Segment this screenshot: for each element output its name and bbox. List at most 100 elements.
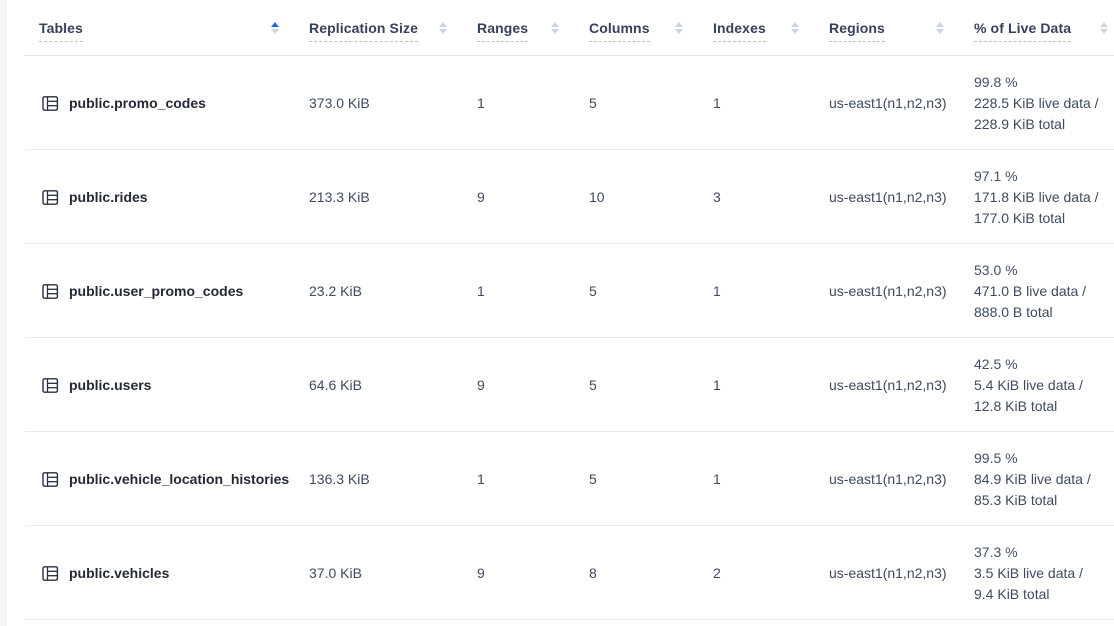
- columns-cell: 5: [589, 377, 713, 393]
- sort-icon: [936, 22, 944, 34]
- live-data-cell: 97.1 % 171.8 KiB live data / 177.0 KiB t…: [974, 166, 1114, 229]
- replication-size-cell: 37.0 KiB: [309, 565, 477, 581]
- table-row: public.vehicle_location_histories 136.3 …: [6, 432, 1114, 526]
- live-data-percent: 53.0 %: [974, 260, 1108, 281]
- sort-down-icon: [936, 29, 944, 34]
- sort-down-icon: [271, 29, 279, 34]
- sort-down-icon: [1100, 29, 1108, 34]
- columns-cell: 8: [589, 565, 713, 581]
- table-name-link[interactable]: public.users: [69, 377, 151, 393]
- columns-cell: 5: [589, 283, 713, 299]
- sort-down-icon: [439, 29, 447, 34]
- live-data-percent: 97.1 %: [974, 166, 1108, 187]
- table-icon: [42, 377, 59, 394]
- column-header-regions[interactable]: Regions: [829, 0, 974, 56]
- total-data-amount: 177.0 KiB total: [974, 208, 1108, 229]
- replication-size-cell: 64.6 KiB: [309, 377, 477, 393]
- table-icon: [42, 471, 59, 488]
- live-data-amount: 3.5 KiB live data /: [974, 563, 1108, 584]
- ranges-cell: 9: [477, 377, 589, 393]
- column-header-label: % of Live Data: [974, 20, 1071, 42]
- indexes-cell: 1: [713, 95, 829, 111]
- regions-cell: us-east1(n1,n2,n3): [829, 189, 974, 205]
- regions-cell: us-east1(n1,n2,n3): [829, 377, 974, 393]
- column-header-tables[interactable]: Tables: [6, 0, 309, 56]
- columns-cell: 5: [589, 95, 713, 111]
- sort-down-icon: [791, 29, 799, 34]
- column-header-live-data[interactable]: % of Live Data: [974, 0, 1114, 56]
- indexes-cell: 1: [713, 471, 829, 487]
- regions-cell: us-east1(n1,n2,n3): [829, 471, 974, 487]
- regions-cell: us-east1(n1,n2,n3): [829, 95, 974, 111]
- ranges-cell: 1: [477, 471, 589, 487]
- table-name-cell: public.vehicles: [6, 565, 309, 582]
- table-row: public.promo_codes 373.0 KiB 1 5 1 us-ea…: [6, 56, 1114, 150]
- table-row: public.vehicles 37.0 KiB 9 8 2 us-east1(…: [6, 526, 1114, 620]
- column-header-label: Replication Size: [309, 20, 418, 42]
- total-data-amount: 888.0 B total: [974, 302, 1108, 323]
- replication-size-cell: 136.3 KiB: [309, 471, 477, 487]
- columns-cell: 10: [589, 189, 713, 205]
- live-data-percent: 42.5 %: [974, 354, 1108, 375]
- total-data-amount: 228.9 KiB total: [974, 114, 1108, 135]
- table-icon: [42, 189, 59, 206]
- column-header-replication-size[interactable]: Replication Size: [309, 0, 477, 56]
- live-data-cell: 37.3 % 3.5 KiB live data / 9.4 KiB total: [974, 542, 1114, 605]
- regions-cell: us-east1(n1,n2,n3): [829, 283, 974, 299]
- live-data-amount: 84.9 KiB live data /: [974, 469, 1108, 490]
- live-data-cell: 99.8 % 228.5 KiB live data / 228.9 KiB t…: [974, 72, 1114, 135]
- table-name-link[interactable]: public.user_promo_codes: [69, 283, 243, 299]
- table-header-row: Tables Replication Size Ranges Columns: [6, 0, 1114, 56]
- sort-icon: [791, 22, 799, 34]
- table-name-link[interactable]: public.promo_codes: [69, 95, 206, 111]
- indexes-cell: 1: [713, 283, 829, 299]
- live-data-amount: 171.8 KiB live data /: [974, 187, 1108, 208]
- replication-size-cell: 373.0 KiB: [309, 95, 477, 111]
- column-header-ranges[interactable]: Ranges: [477, 0, 589, 56]
- sort-icon: [271, 22, 279, 34]
- column-header-columns[interactable]: Columns: [589, 0, 713, 56]
- sort-icon: [439, 22, 447, 34]
- ranges-cell: 9: [477, 189, 589, 205]
- replication-size-cell: 213.3 KiB: [309, 189, 477, 205]
- column-header-label: Indexes: [713, 20, 766, 42]
- table-row: public.rides 213.3 KiB 9 10 3 us-east1(n…: [6, 150, 1114, 244]
- sort-icon: [1100, 22, 1108, 34]
- sort-icon: [551, 22, 559, 34]
- column-header-label: Ranges: [477, 20, 528, 42]
- ranges-cell: 1: [477, 95, 589, 111]
- table-name-link[interactable]: public.rides: [69, 189, 148, 205]
- indexes-cell: 2: [713, 565, 829, 581]
- sort-up-icon: [551, 22, 559, 27]
- column-header-label: Regions: [829, 20, 885, 42]
- ranges-cell: 1: [477, 283, 589, 299]
- sort-up-icon: [675, 22, 683, 27]
- sort-up-icon: [936, 22, 944, 27]
- total-data-amount: 12.8 KiB total: [974, 396, 1108, 417]
- table-name-cell: public.vehicle_location_histories: [6, 471, 309, 488]
- columns-cell: 5: [589, 471, 713, 487]
- column-header-indexes[interactable]: Indexes: [713, 0, 829, 56]
- table-name-link[interactable]: public.vehicles: [69, 565, 169, 581]
- sort-up-icon: [271, 22, 279, 27]
- live-data-cell: 42.5 % 5.4 KiB live data / 12.8 KiB tota…: [974, 354, 1114, 417]
- sort-down-icon: [675, 29, 683, 34]
- sort-up-icon: [1100, 22, 1108, 27]
- replication-size-cell: 23.2 KiB: [309, 283, 477, 299]
- sort-up-icon: [791, 22, 799, 27]
- table-name-link[interactable]: public.vehicle_location_histories: [69, 471, 289, 487]
- live-data-percent: 37.3 %: [974, 542, 1108, 563]
- live-data-percent: 99.5 %: [974, 448, 1108, 469]
- indexes-cell: 1: [713, 377, 829, 393]
- database-tables-table: Tables Replication Size Ranges Columns: [5, 0, 1114, 626]
- total-data-amount: 9.4 KiB total: [974, 584, 1108, 605]
- column-header-label: Tables: [39, 20, 83, 42]
- table-name-cell: public.user_promo_codes: [6, 283, 309, 300]
- table-name-cell: public.promo_codes: [6, 95, 309, 112]
- live-data-amount: 5.4 KiB live data /: [974, 375, 1108, 396]
- live-data-percent: 99.8 %: [974, 72, 1108, 93]
- column-header-label: Columns: [589, 20, 650, 42]
- table-icon: [42, 95, 59, 112]
- table-row: public.user_promo_codes 23.2 KiB 1 5 1 u…: [6, 244, 1114, 338]
- live-data-cell: 99.5 % 84.9 KiB live data / 85.3 KiB tot…: [974, 448, 1114, 511]
